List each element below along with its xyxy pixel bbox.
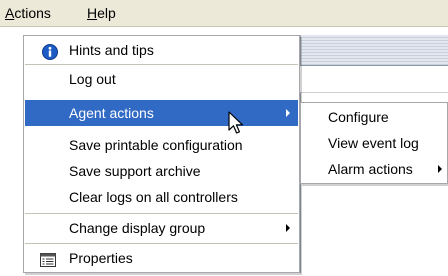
- menu-separator: [25, 64, 298, 65]
- menu-item-label: Hints and tips: [69, 42, 154, 58]
- menu-help-label: elp: [97, 5, 116, 21]
- background-row: [300, 66, 448, 93]
- menu-item-save-support-archive[interactable]: Save support archive: [25, 158, 298, 184]
- menu-item-hints-and-tips[interactable]: Hints and tips: [25, 37, 298, 63]
- menu-help-mnemonic: H: [87, 5, 98, 21]
- submenu-item-label: Configure: [328, 109, 389, 125]
- info-icon: [42, 42, 58, 60]
- menu-item-properties[interactable]: Properties: [25, 245, 298, 271]
- menu-item-label: Save printable configuration: [69, 137, 243, 153]
- menu-item-label: Change display group: [69, 220, 206, 236]
- menubar: Actions Help: [0, 0, 448, 27]
- actions-dropdown-menu: Hints and tips Log out Agent actions Sav…: [23, 35, 300, 273]
- menu-item-label: Log out: [69, 71, 116, 87]
- menu-help[interactable]: Help: [85, 5, 118, 22]
- submenu-arrow-icon: [438, 165, 442, 173]
- submenu-item-label: View event log: [328, 135, 419, 151]
- menu-actions-label: ctions: [14, 5, 51, 21]
- submenu-item-label: Alarm actions: [328, 161, 413, 177]
- menu-item-label: Clear logs on all controllers: [69, 189, 238, 205]
- menu-item-clear-logs[interactable]: Clear logs on all controllers: [25, 184, 298, 210]
- arrow-cursor-icon: [228, 111, 243, 134]
- menu-separator: [25, 213, 298, 214]
- menu-item-label: Properties: [69, 250, 133, 266]
- menu-separator: [25, 243, 298, 244]
- menu-item-label: Save support archive: [69, 163, 201, 179]
- menu-item-log-out[interactable]: Log out: [25, 66, 298, 92]
- menu-actions[interactable]: Actions: [3, 5, 53, 22]
- submenu-arrow-icon: [286, 224, 290, 232]
- menu-item-change-display-group[interactable]: Change display group: [25, 215, 298, 241]
- menu-item-save-printable-configuration[interactable]: Save printable configuration: [25, 132, 298, 158]
- submenu-item-configure[interactable]: Configure: [302, 104, 446, 130]
- properties-icon: [40, 250, 56, 267]
- submenu-item-view-event-log[interactable]: View event log: [302, 130, 446, 156]
- menu-actions-mnemonic: A: [5, 5, 15, 21]
- menu-item-agent-actions[interactable]: Agent actions: [25, 100, 298, 126]
- agent-actions-submenu: Configure View event log Alarm actions: [300, 102, 448, 184]
- background-toolbar: [300, 35, 448, 66]
- menu-item-label: Agent actions: [69, 105, 154, 121]
- submenu-item-alarm-actions[interactable]: Alarm actions: [302, 156, 446, 182]
- submenu-arrow-icon: [286, 109, 290, 117]
